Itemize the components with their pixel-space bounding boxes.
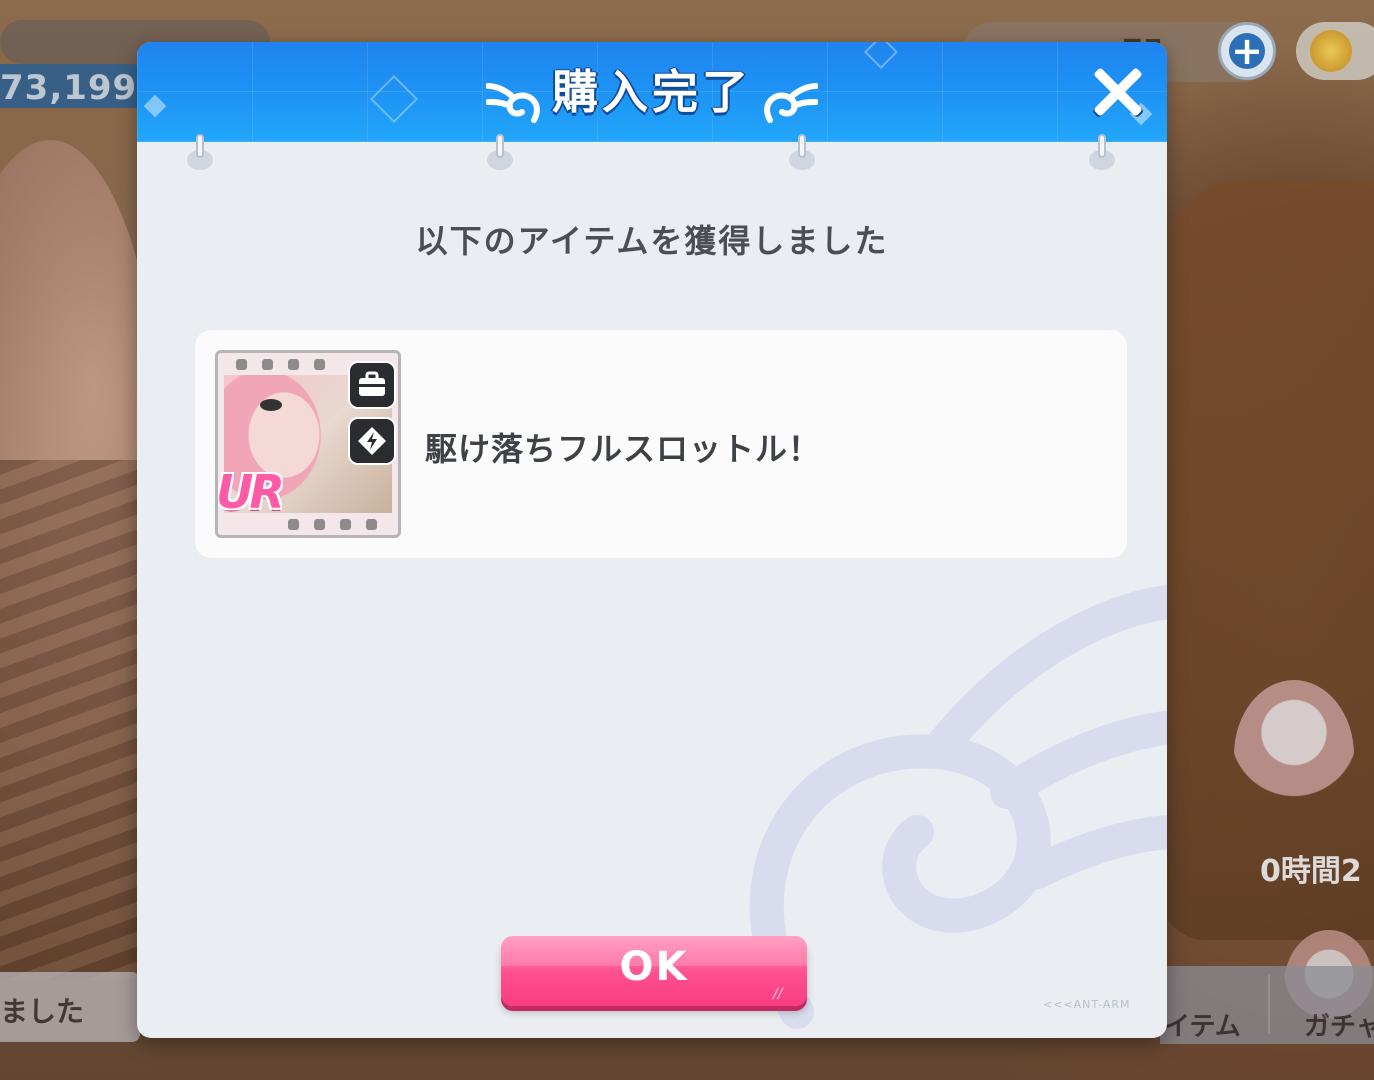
rarity-badge: UR (216, 465, 285, 519)
bottom-nav: イテム ガチャ (1160, 966, 1374, 1044)
ok-button-label: OK (619, 944, 689, 990)
bottom-left-panel: ました (0, 972, 140, 1042)
bottom-left-text: ました (0, 995, 85, 1028)
nav-item-gacha[interactable]: ガチャ (1304, 1006, 1374, 1043)
nav-divider (1268, 974, 1270, 1034)
lightning-icon (348, 417, 396, 465)
dialog-title: 購入完了 (552, 65, 752, 119)
acquired-item-card: UR 駆け落ちフルスロットル！ (195, 330, 1127, 558)
timer-text: 0時間2 (1260, 854, 1362, 889)
pin-decor (187, 134, 213, 174)
plus-icon[interactable] (1218, 22, 1276, 80)
dialog-subtitle: 以下のアイテムを獲得しました (415, 222, 889, 260)
pin-decor (789, 134, 815, 174)
purchase-complete-dialog: 購入完了 以下のアイテムを獲得しました UR 駆け落ちフルスロットル！ OK /… (137, 42, 1167, 1038)
item-thumbnail[interactable]: UR (215, 350, 401, 538)
pin-decor (1089, 134, 1115, 174)
dialog-title-wrap: 購入完了 (137, 60, 1167, 124)
briefcase-icon (348, 361, 396, 409)
eye-patch (260, 399, 282, 411)
left-counter-value: 73,199 (0, 68, 138, 108)
footer-logo-mark: <<<ANT-ARM (1043, 998, 1131, 1011)
ok-button[interactable]: OK // (501, 936, 807, 1006)
dialog-header: 購入完了 (137, 42, 1167, 142)
close-icon[interactable] (1087, 62, 1147, 122)
coin-icon[interactable] (1296, 22, 1374, 80)
hud-left-counter: 73,199 (0, 64, 140, 108)
wing-icon (486, 82, 540, 123)
chibi-character (1234, 680, 1354, 830)
item-name: 駆け落ちフルスロットル！ (425, 430, 822, 468)
wing-icon (764, 82, 818, 123)
nav-item-items[interactable]: イテム (1164, 1006, 1241, 1043)
pin-decor (487, 134, 513, 174)
button-decor: // (773, 986, 783, 1002)
character-frill (0, 460, 150, 980)
